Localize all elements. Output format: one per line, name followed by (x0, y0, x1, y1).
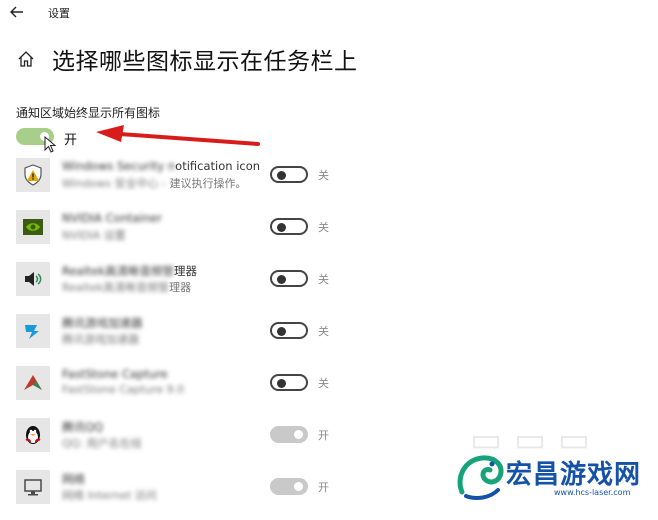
network-icon (16, 470, 50, 504)
app-name: FastStone Capture (62, 367, 168, 381)
watermark: 宏昌游戏网 www.hcs-laser.com (452, 448, 658, 503)
icon-list-item: FastStone Capture FastStone Capture 9.0 关 (16, 366, 656, 416)
master-toggle-label: 通知区域始终显示所有图标 (16, 106, 161, 120)
speaker-icon (16, 262, 50, 296)
toggle-state: 关 (318, 377, 329, 390)
shield-warning-icon (16, 158, 50, 192)
app-name: NVIDIA Container (62, 211, 162, 225)
dragon-logo-icon (457, 455, 504, 500)
app-description: NVIDIA 设置 (62, 229, 126, 242)
master-toggle-state: 开 (64, 133, 78, 148)
icon-visibility-toggle[interactable] (270, 166, 308, 183)
app-name: 腾讯游戏加速器 (62, 316, 143, 330)
toggle-state: 开 (318, 429, 329, 442)
watermark-url: www.hcs-laser.com (554, 488, 631, 497)
capture-icon (16, 366, 50, 400)
icon-list-item: Windows Security notification icon Window… (16, 158, 656, 208)
toggle-state: 关 (318, 169, 329, 182)
icon-list-item: 腾讯游戏加速器 腾讯游戏加速器关 (16, 314, 656, 364)
toggle-knob (277, 275, 286, 284)
icon-visibility-toggle[interactable] (270, 478, 308, 495)
back-arrow-icon[interactable] (8, 3, 26, 21)
title-bar: 设置 (0, 0, 658, 26)
app-description: FastStone Capture 9.0 (62, 383, 185, 396)
toggle-state: 关 (318, 273, 329, 286)
app-description: 腾讯游戏加速器 (62, 333, 139, 346)
app-description: QQ: 用户名在线 (62, 437, 142, 450)
app-description: Realtek高清晰音频管理器 (62, 281, 192, 294)
toggle-knob (277, 171, 286, 180)
toggle-knob (277, 327, 286, 336)
app-description: Windows 安全中心 - 建议执行操作。 (62, 177, 247, 190)
toggle-state: 关 (318, 325, 329, 338)
icon-visibility-toggle[interactable] (270, 270, 308, 287)
toggle-knob (277, 379, 286, 388)
icon-visibility-toggle[interactable] (270, 374, 308, 391)
icon-list-item: Realtek高清晰音频管理器 Realtek高清晰音频管理器关 (16, 262, 656, 312)
accelerator-icon (16, 314, 50, 348)
app-name: 腾讯QQ (62, 420, 104, 434)
toggle-state: 开 (318, 481, 329, 494)
app-name: 网络 (62, 472, 85, 486)
qq-penguin-icon (16, 418, 50, 452)
toggle-knob (294, 482, 303, 491)
toggle-knob (277, 223, 286, 232)
page-title: 选择哪些图标显示在任务栏上 (52, 49, 358, 75)
nvidia-icon (16, 210, 50, 244)
app-name: Windows Security notification icon (62, 159, 261, 173)
icon-list-item: NVIDIA Container NVIDIA 设置 关 (16, 210, 656, 260)
app-title: 设置 (48, 7, 70, 20)
app-description: 网络 Internet 访问 (62, 489, 157, 502)
icon-visibility-toggle[interactable] (270, 322, 308, 339)
mouse-cursor-icon (44, 136, 57, 153)
icon-visibility-toggle[interactable] (270, 218, 308, 235)
icon-visibility-toggle[interactable] (270, 426, 308, 443)
toggle-knob (294, 430, 303, 439)
watermark-brand: 宏昌游戏网 (506, 460, 642, 490)
annotation-arrow (96, 125, 260, 146)
toggle-state: 关 (318, 221, 329, 234)
home-icon[interactable] (16, 49, 36, 69)
app-name: Realtek高清晰音频管理器 (62, 264, 198, 278)
